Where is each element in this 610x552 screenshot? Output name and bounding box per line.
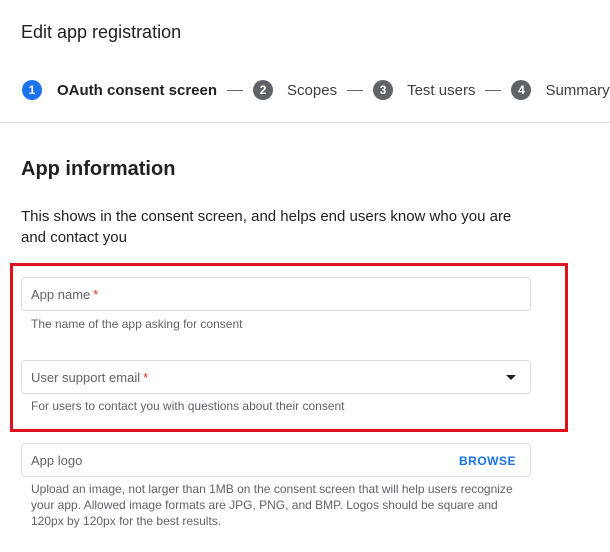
step-label: Scopes bbox=[287, 81, 338, 99]
dropdown-arrow-icon[interactable] bbox=[506, 375, 516, 380]
step-label: Summary bbox=[545, 81, 610, 99]
stepper: 1 OAuth consent screen 2 Scopes 3 Test u… bbox=[22, 79, 610, 101]
step-summary[interactable]: 4 Summary bbox=[511, 80, 610, 100]
app-name-label-text: App name bbox=[31, 286, 91, 302]
app-name-helper: The name of the app asking for consent bbox=[31, 317, 243, 331]
browse-button[interactable]: BROWSE bbox=[459, 454, 516, 468]
header-divider bbox=[0, 122, 610, 123]
step-number-badge: 1 bbox=[22, 80, 42, 100]
step-oauth-consent-screen[interactable]: 1 OAuth consent screen bbox=[22, 80, 217, 100]
app-logo-label: App logo bbox=[31, 452, 83, 468]
step-connector bbox=[227, 89, 244, 91]
app-name-input[interactable]: App name * bbox=[21, 277, 531, 311]
step-scopes[interactable]: 2 Scopes bbox=[253, 80, 337, 100]
step-number-badge: 4 bbox=[511, 80, 532, 100]
step-connector bbox=[347, 89, 364, 91]
step-label: Test users bbox=[407, 81, 476, 99]
app-name-label: App name * bbox=[31, 287, 98, 302]
support-email-label-text: User support email bbox=[31, 369, 141, 385]
step-connector bbox=[485, 89, 502, 91]
support-email-helper: For users to contact you with questions … bbox=[31, 399, 345, 413]
step-number-badge: 3 bbox=[373, 80, 394, 100]
section-description: This shows in the consent screen, and he… bbox=[21, 208, 512, 246]
step-number-badge: 2 bbox=[253, 80, 274, 100]
user-support-email-select[interactable]: User support email * bbox=[21, 360, 531, 394]
page-title: Edit app registration bbox=[21, 22, 182, 42]
step-label: OAuth consent screen bbox=[57, 81, 218, 99]
support-email-label: User support email * bbox=[31, 370, 148, 385]
step-test-users[interactable]: 3 Test users bbox=[373, 80, 475, 100]
section-title: App information bbox=[21, 158, 176, 180]
app-logo-helper: Upload an image, not larger than 1MB on … bbox=[31, 482, 513, 528]
required-mark: * bbox=[93, 286, 99, 302]
app-logo-field[interactable]: App logo BROWSE bbox=[21, 443, 531, 477]
required-mark: * bbox=[143, 369, 149, 385]
